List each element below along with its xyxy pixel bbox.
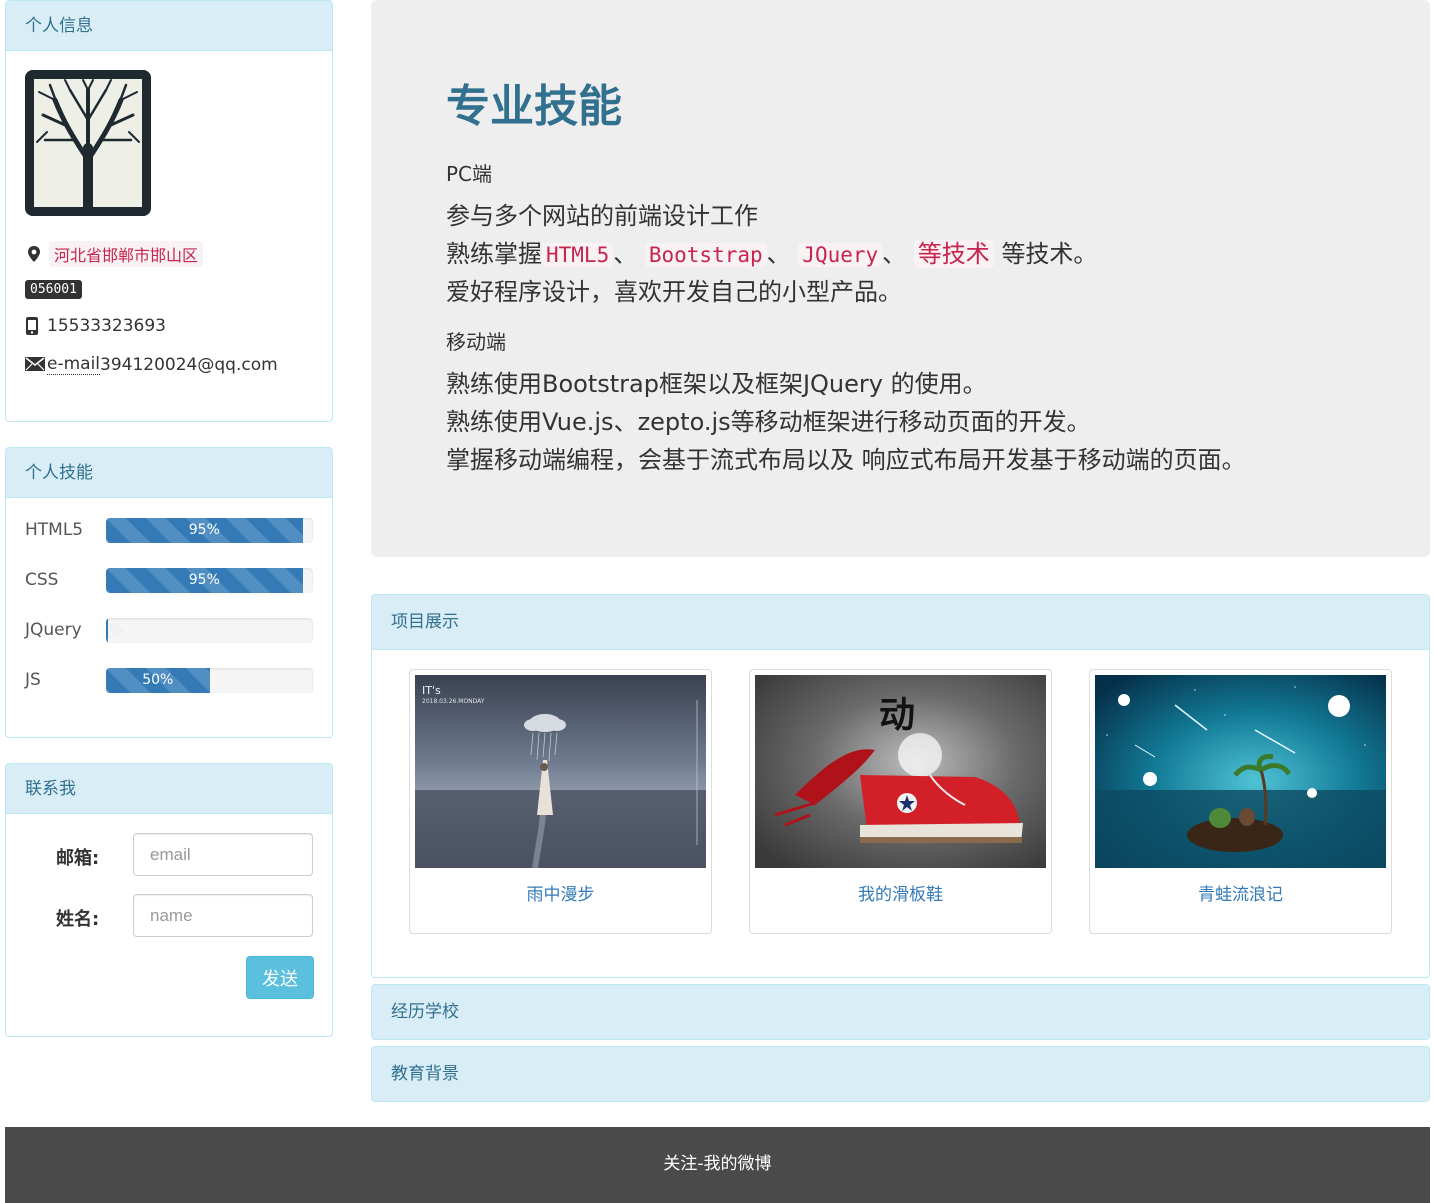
project-caption[interactable]: 雨中漫步 <box>410 880 711 905</box>
project-image-rain-walk[interactable]: IT's 2018.03.26.MONDAY <box>415 675 706 868</box>
mobile-heading: 移动端 <box>446 330 506 354</box>
skill-row: CSS 95% <box>25 568 315 594</box>
zip-code: 056001 <box>25 280 82 299</box>
address-row: 河北省邯郸市邯山区 <box>25 241 204 267</box>
pc-line-3: 爱好程序设计，喜欢开发自己的小型产品。 <box>446 278 902 306</box>
education-panel[interactable]: 教育背景 <box>371 1046 1430 1102</box>
project-image-skate-shoe[interactable]: 动 <box>755 675 1046 868</box>
zip-row: 056001 <box>25 280 82 299</box>
skill-progress: 95% <box>106 518 313 543</box>
phone-row: 15533323693 <box>25 316 166 336</box>
skill-progress-bar: 95% <box>106 518 303 543</box>
skills-jumbotron: 专业技能 PC端 参与多个网站的前端设计工作 熟练掌握 HTML5、 Bootst… <box>371 0 1430 557</box>
skill-label: CSS <box>25 570 59 590</box>
phone-number: 15533323693 <box>47 316 166 336</box>
personal-info-panel: 个人信息 河北省邯郸市邯山区 056001 15533323693 e-mail… <box>5 0 333 422</box>
skill-label: JS <box>25 670 41 690</box>
project-card[interactable]: IT's 2018.03.26.MONDAY 雨中漫步 <box>409 669 712 934</box>
pc-line-1: 参与多个网站的前端设计工作 <box>446 202 758 230</box>
rain-walk-title: IT's <box>422 684 441 697</box>
email-row: e-mail 394120024@qq.com <box>25 354 278 375</box>
project-card[interactable]: 动 我的滑板鞋 <box>749 669 1052 934</box>
weibo-link[interactable]: 关注-我的微博 <box>663 1154 771 1174</box>
skill-progress: % <box>106 618 313 643</box>
skill-progress: 95% <box>106 568 313 593</box>
school-panel[interactable]: 经历学校 <box>371 984 1430 1040</box>
separator: 、 <box>613 240 638 268</box>
skill-progress: 50% <box>106 668 313 693</box>
skill-row: JQuery % <box>25 618 315 644</box>
email-input[interactable] <box>133 833 313 876</box>
skills-panel: 个人技能 HTML5 95% CSS 95% JQuery % JS 50% <box>5 447 333 738</box>
skill-label: HTML5 <box>25 520 84 540</box>
email-abbr: e-mail <box>47 354 101 375</box>
pc-line-2-suffix: 等技术。 <box>1001 240 1098 268</box>
name-label: 姓名: <box>56 909 100 930</box>
footer: 关注-我的微博 <box>5 1127 1430 1203</box>
skill-row: HTML5 95% <box>25 518 315 544</box>
phone-icon <box>25 317 39 335</box>
mobile-line-3: 掌握移动端编程，会基于流式布局以及 响应式布局开发基于移动端的页面。 <box>446 446 1246 474</box>
personal-info-heading: 个人信息 <box>6 1 332 51</box>
mobile-line-1: 熟练使用Bootstrap框架以及框架JQuery 的使用。 <box>446 370 987 398</box>
project-image-frog-travel[interactable] <box>1095 675 1386 868</box>
email-address: 394120024@qq.com <box>100 354 278 375</box>
name-input[interactable] <box>133 894 313 937</box>
skills-heading: 个人技能 <box>6 448 332 498</box>
shoe-image-glyph: 动 <box>879 694 915 736</box>
code-html5: HTML5 <box>542 243 614 267</box>
project-caption[interactable]: 我的滑板鞋 <box>750 880 1051 905</box>
project-caption[interactable]: 青蛙流浪记 <box>1090 880 1391 905</box>
school-heading[interactable]: 经历学校 <box>372 985 1429 1039</box>
mobile-line-2: 熟练使用Vue.js、zepto.js等移动框架进行移动页面的开发。 <box>446 408 1091 436</box>
code-jquery: JQuery <box>798 243 883 267</box>
contact-panel: 联系我 邮箱: 姓名: 发送 <box>5 763 333 1037</box>
pc-line-2-prefix: 熟练掌握 <box>446 240 542 268</box>
pc-line-2: 熟练掌握 HTML5、 Bootstrap、 JQuery、 等技术 等技术。 <box>446 235 1097 274</box>
skill-progress-bar: 95% <box>106 568 303 593</box>
skill-row: JS 50% <box>25 668 315 694</box>
pc-heading: PC端 <box>446 162 493 186</box>
skill-label: JQuery <box>25 620 82 640</box>
map-marker-icon <box>25 245 43 263</box>
skill-progress-bar: % <box>106 618 123 643</box>
separator: 、 <box>766 240 791 268</box>
education-heading[interactable]: 教育背景 <box>372 1047 1429 1101</box>
project-card[interactable]: 青蛙流浪记 <box>1089 669 1392 934</box>
projects-heading: 项目展示 <box>372 595 1429 650</box>
contact-heading: 联系我 <box>6 764 332 814</box>
address-text: 河北省邯郸市邯山区 <box>49 241 204 267</box>
code-other-tech: 等技术 <box>913 240 994 268</box>
send-button[interactable]: 发送 <box>246 956 314 999</box>
separator: 、 <box>882 240 907 268</box>
skill-progress-bar: 50% <box>106 668 210 693</box>
rain-walk-date: 2018.03.26.MONDAY <box>422 698 485 705</box>
code-bootstrap: Bootstrap <box>644 243 767 267</box>
jumbotron-title: 专业技能 <box>446 81 622 132</box>
projects-panel: 项目展示 IT's 2018.03.26.MONDAY 雨中漫步 动 我的滑板鞋… <box>371 594 1430 978</box>
avatar <box>25 70 151 216</box>
envelope-icon <box>25 356 45 374</box>
email-label: 邮箱: <box>56 848 100 869</box>
